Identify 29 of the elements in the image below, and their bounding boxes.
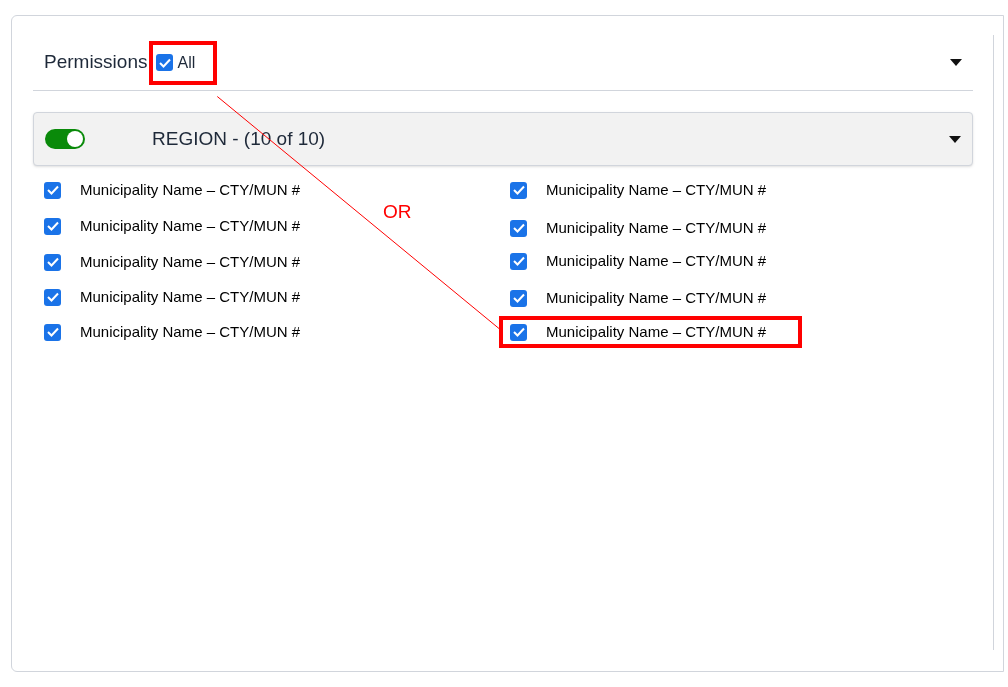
checkbox[interactable]	[44, 217, 61, 235]
checkbox-label: Municipality Name – CTY/MUN #	[80, 286, 301, 307]
caret-icon[interactable]	[950, 59, 962, 66]
checkbox-label: Municipality Name – CTY/MUN #	[546, 179, 767, 200]
annotation-text: OR	[383, 200, 412, 224]
checkbox[interactable]	[44, 181, 61, 199]
caret-icon[interactable]	[949, 135, 961, 143]
checkbox[interactable]	[510, 252, 527, 270]
checkbox[interactable]	[510, 219, 527, 237]
checkbox[interactable]	[44, 253, 61, 271]
checkbox-label: Municipality Name – CTY/MUN #	[80, 179, 301, 200]
checkbox[interactable]	[44, 288, 61, 306]
toggle-switch[interactable]	[45, 129, 85, 149]
region-bar[interactable]: REGION - (10 of 10)	[33, 112, 973, 166]
checkbox-label: Municipality Name – CTY/MUN #	[80, 215, 301, 236]
checkbox-label: Municipality Name – CTY/MUN #	[80, 321, 301, 342]
checkbox[interactable]	[510, 323, 527, 341]
checkbox[interactable]	[44, 323, 61, 341]
checkbox-label: Municipality Name – CTY/MUN #	[546, 250, 767, 271]
checkbox-label: Municipality Name – CTY/MUN #	[546, 287, 767, 308]
checkbox-label: Municipality Name – CTY/MUN #	[546, 321, 767, 342]
checkbox[interactable]	[510, 181, 527, 199]
checkbox[interactable]	[510, 289, 527, 307]
checkbox-label: All	[177, 52, 196, 73]
checkbox[interactable]	[156, 54, 174, 71]
region-label: REGION - (10 of 10)	[152, 126, 326, 151]
checkbox-label: Municipality Name – CTY/MUN #	[546, 217, 767, 238]
checkbox-label: Municipality Name – CTY/MUN #	[80, 251, 301, 272]
section-title: Permissions	[44, 50, 148, 75]
